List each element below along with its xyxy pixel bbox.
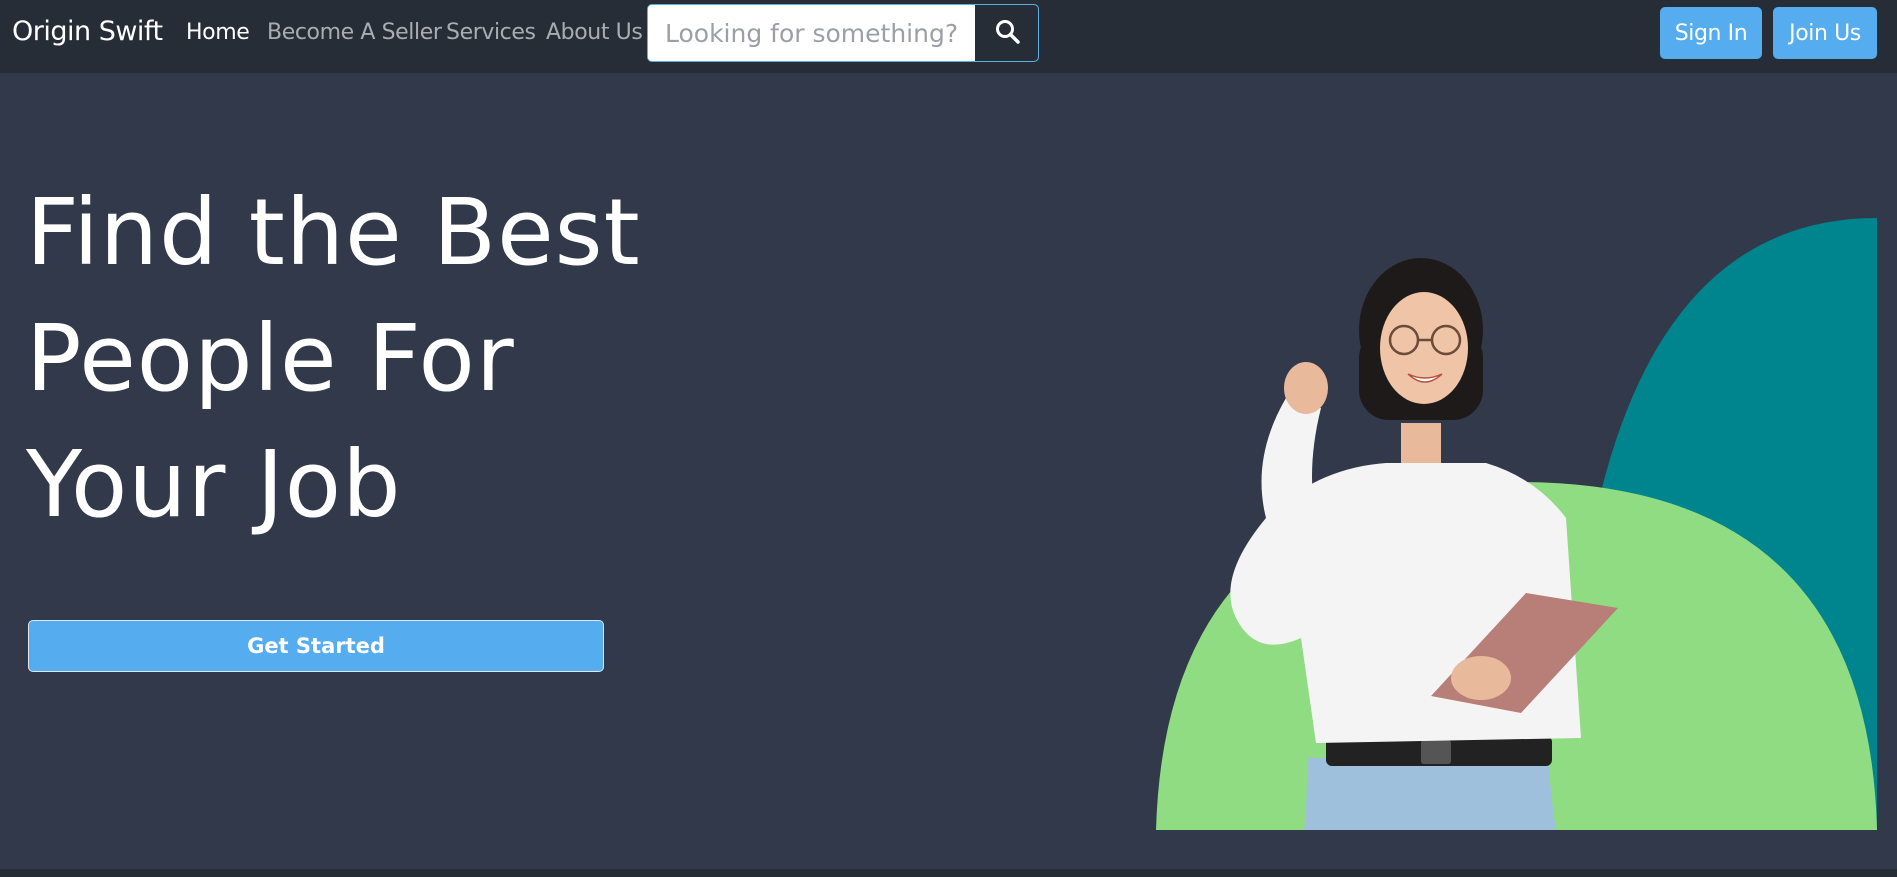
join-us-button[interactable]: Join Us (1773, 7, 1877, 59)
brand-logo[interactable]: Origin Swift (12, 16, 163, 47)
hero-image (1156, 218, 1877, 830)
hero-heading: Find the Best People For Your Job (26, 170, 726, 548)
nav-home[interactable]: Home (186, 20, 250, 45)
nav-become-a-seller[interactable]: Become A Seller (267, 20, 442, 45)
search-icon (996, 20, 1020, 44)
sign-in-button[interactable]: Sign In (1660, 7, 1762, 59)
search-input[interactable] (648, 5, 975, 61)
page-gutter (1885, 73, 1897, 869)
hero-heading-line-1: Find the Best (26, 179, 641, 286)
search-form (647, 4, 1039, 62)
get-started-button[interactable]: Get Started (28, 620, 604, 672)
hero-illustration (1156, 218, 1877, 830)
hero-heading-line-2: People For (26, 305, 515, 412)
nav-about-us[interactable]: About Us (546, 20, 643, 45)
bottom-strip (0, 869, 1897, 877)
hero-heading-line-3: Your Job (26, 431, 402, 538)
top-navbar: Origin Swift Home Become A Seller Servic… (0, 0, 1897, 73)
search-button[interactable] (975, 5, 1038, 61)
nav-services[interactable]: Services (446, 20, 536, 45)
